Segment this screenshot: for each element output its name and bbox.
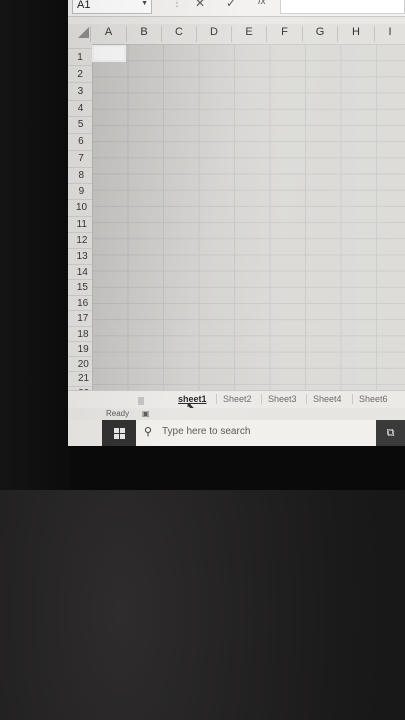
row-header-13[interactable]: 13 [68,247,92,264]
task-view-icon[interactable]: ⧉ [376,420,405,446]
formula-input[interactable] [280,0,405,14]
row-header-6[interactable]: 6 [68,133,92,150]
taskbar-search-box[interactable]: ⚲ Type here to search [136,420,376,446]
row-header-20[interactable]: 20 [68,356,92,371]
sheet-tab-sheet6[interactable]: Sheet6 [352,394,394,404]
row-header-7[interactable]: 7 [68,150,92,167]
enter-check-icon[interactable]: ✓ [226,0,236,10]
row-header-9[interactable]: 9 [68,183,92,199]
formula-bar-separator: ⋮ [172,0,182,9]
row-header-3[interactable]: 3 [68,82,92,99]
row-header-5[interactable]: 5 [68,116,92,133]
column-header-f[interactable]: F [266,26,302,42]
start-button[interactable] [102,420,136,446]
select-all-corner[interactable] [78,27,89,38]
status-bar: Ready ▣ [68,408,405,420]
row-header-16[interactable]: 16 [68,294,92,311]
sheet-tab-sheet3[interactable]: Sheet3 [261,394,303,404]
monitor-bezel-left [0,0,70,490]
cell-grid[interactable] [92,44,405,390]
column-headers: ABCDEFGHI [68,24,405,45]
sheet-tabs-bar: sheet1 Sheet2 Sheet3 Sheet4 Sheet6 [68,390,405,409]
status-text: Ready [106,409,130,418]
monitor-bezel-bottom [70,446,405,490]
row-header-8[interactable]: 8 [68,166,92,183]
name-box[interactable]: A1 ▼ [72,0,152,14]
row-header-17[interactable]: 17 [68,310,92,325]
row-header-21[interactable]: 21 [68,371,92,386]
chevron-down-icon[interactable]: ▼ [141,0,148,7]
windows-taskbar: ⚲ Type here to search ⧉ [102,420,405,446]
row-header-14[interactable]: 14 [68,263,92,280]
column-header-g[interactable]: G [302,26,337,42]
row-headers: 1234567891011121314151617181920212223 [68,44,93,414]
row-header-15[interactable]: 15 [68,279,92,295]
column-header-i[interactable]: I [374,26,405,42]
column-header-d[interactable]: D [196,26,231,42]
row-header-19[interactable]: 19 [68,341,92,356]
row-header-11[interactable]: 11 [68,215,92,232]
name-box-value: A1 [77,0,91,11]
windows-start-icon [113,427,125,439]
row-header-10[interactable]: 10 [68,199,92,215]
monitor-screen: A1 ▼ ⋮ ✕ ✓ fx ABCDEFGHI 1 2 3 4 5 6 7 8 9 10 11 12 1… [68,0,405,446]
search-icon: ⚲ [144,426,153,438]
column-header-a[interactable]: A [90,26,126,42]
macro-record-icon[interactable]: ▣ [142,409,150,418]
sheet-scroll-icon[interactable] [138,397,144,405]
row-header-1[interactable]: 1 [68,48,92,65]
formula-bar: A1 ▼ ⋮ ✕ ✓ fx [68,0,405,17]
column-header-h[interactable]: H [337,26,374,42]
row-header-4[interactable]: 4 [68,99,92,117]
cancel-icon[interactable]: ✕ [195,0,205,10]
row-header-12[interactable]: 12 [68,231,92,248]
active-cell-a1[interactable] [92,45,126,62]
row-header-18[interactable]: 18 [68,325,92,341]
sheet-tab-sheet2[interactable]: Sheet2 [216,394,258,404]
sheet-tab-sheet4[interactable]: Sheet4 [306,394,348,404]
search-placeholder: Type here to search [162,426,251,437]
insert-function-icon[interactable]: fx [258,0,266,7]
column-header-e[interactable]: E [231,26,266,42]
column-header-c[interactable]: C [161,26,196,42]
row-header-2[interactable]: 2 [68,65,92,82]
column-header-b[interactable]: B [126,26,161,42]
